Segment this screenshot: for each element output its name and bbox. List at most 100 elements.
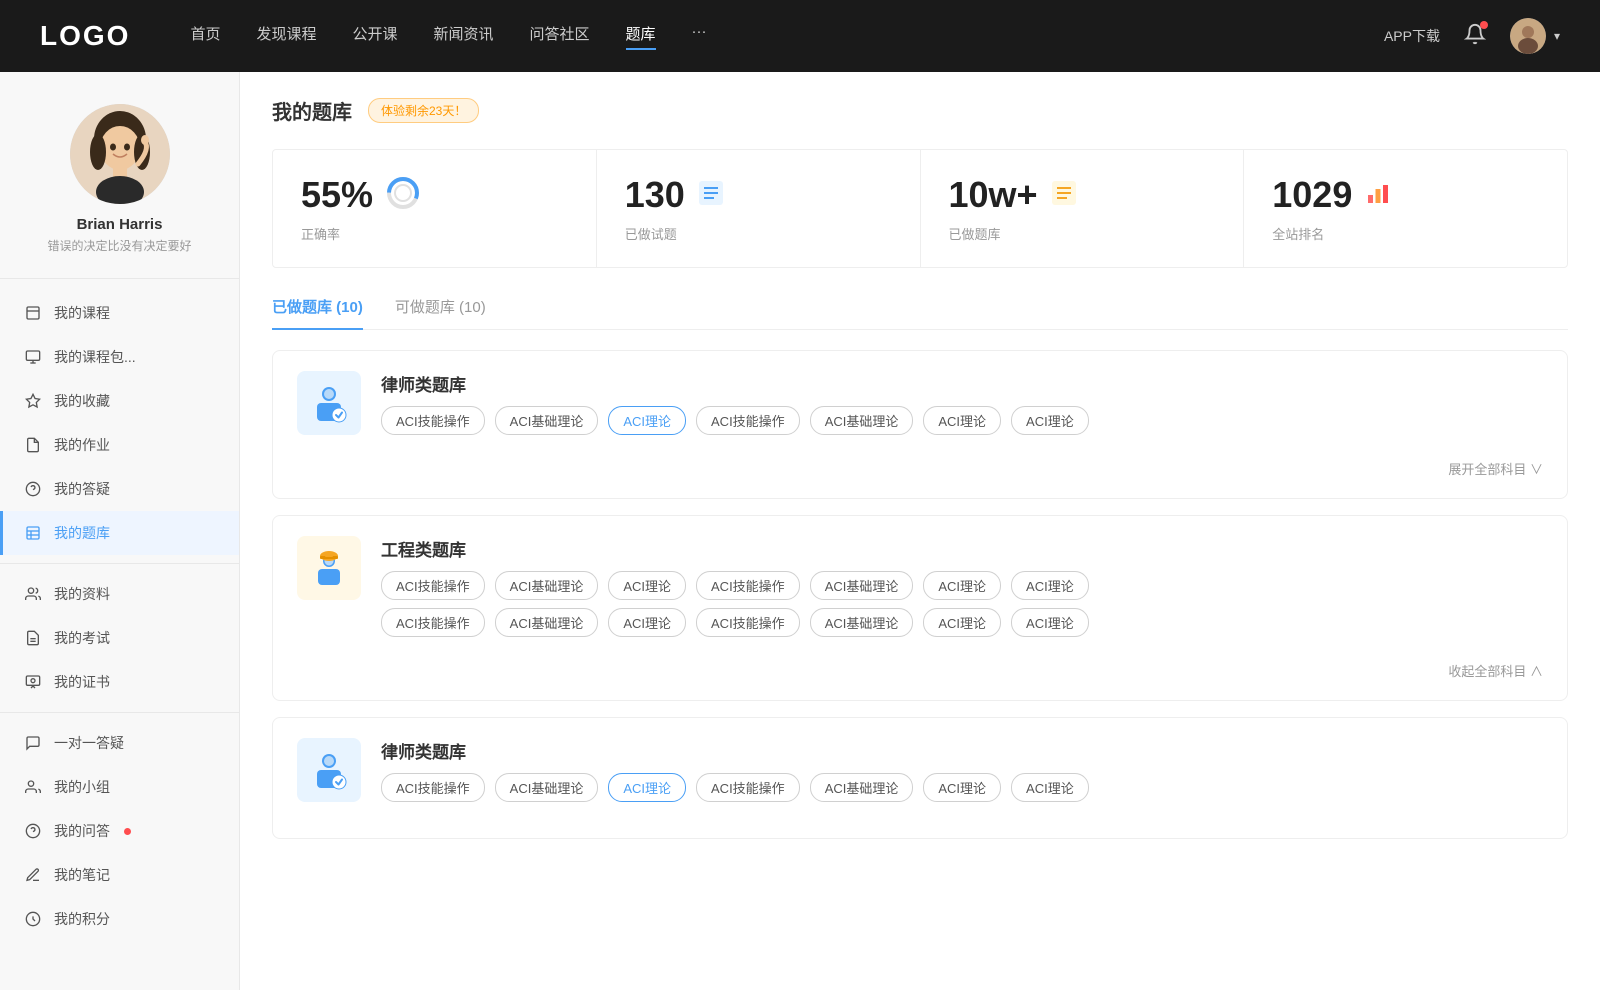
bank-tag-2-2[interactable]: ACI理论 bbox=[608, 773, 686, 802]
bank-tag-1-7[interactable]: ACI技能操作 bbox=[381, 608, 485, 637]
bank-tag-0-4[interactable]: ACI基础理论 bbox=[810, 406, 914, 435]
page-header: 我的题库 体验剩余23天！ bbox=[272, 96, 1568, 125]
myqa-icon bbox=[24, 822, 42, 840]
bank-tag-2-5[interactable]: ACI理论 bbox=[923, 773, 1001, 802]
stat-accuracy: 55% 正确率 bbox=[273, 150, 597, 267]
trial-badge: 体验剩余23天！ bbox=[368, 98, 479, 123]
group-icon bbox=[24, 778, 42, 796]
bank-tags-row-1-a: ACI技能操作 ACI基础理论 ACI理论 ACI技能操作 ACI基础理论 AC… bbox=[381, 571, 1543, 600]
bank-tag-2-6[interactable]: ACI理论 bbox=[1011, 773, 1089, 802]
bank-tag-1-4[interactable]: ACI基础理论 bbox=[810, 571, 914, 600]
bank-tag-1-5[interactable]: ACI理论 bbox=[923, 571, 1001, 600]
sidebar-item-exam[interactable]: 我的考试 bbox=[0, 616, 239, 660]
bank-tag-2-3[interactable]: ACI技能操作 bbox=[696, 773, 800, 802]
nav-home[interactable]: 首页 bbox=[190, 23, 220, 50]
sidebar-label-qa: 我的答疑 bbox=[54, 479, 110, 499]
list-yellow-icon bbox=[1050, 179, 1078, 212]
sidebar-item-bank[interactable]: 我的题库 bbox=[0, 511, 239, 555]
bank-tag-1-0[interactable]: ACI技能操作 bbox=[381, 571, 485, 600]
sidebar-label-group: 我的小组 bbox=[54, 777, 110, 797]
bank-card-1: 工程类题库 ACI技能操作 ACI基础理论 ACI理论 ACI技能操作 ACI基… bbox=[272, 515, 1568, 701]
sidebar-item-points[interactable]: 我的积分 bbox=[0, 897, 239, 941]
bank-tag-1-9[interactable]: ACI理论 bbox=[608, 608, 686, 637]
bank-tags-row-2: ACI技能操作 ACI基础理论 ACI理论 ACI技能操作 ACI基础理论 AC… bbox=[381, 773, 1543, 802]
stat-banks-value: 10w+ bbox=[949, 174, 1038, 216]
bank-tag-1-12[interactable]: ACI理论 bbox=[923, 608, 1001, 637]
sidebar-item-favorites[interactable]: 我的收藏 bbox=[0, 379, 239, 423]
nav-qa[interactable]: 问答社区 bbox=[530, 23, 590, 50]
nav-bank[interactable]: 题库 bbox=[626, 23, 656, 50]
bank-expand-0[interactable]: 展开全部科目 ∨ bbox=[297, 451, 1543, 478]
bank-tag-1-10[interactable]: ACI技能操作 bbox=[696, 608, 800, 637]
bank-expand-1[interactable]: 收起全部科目 ∧ bbox=[297, 653, 1543, 680]
logo: LOGO bbox=[40, 20, 130, 52]
bank-tag-1-11[interactable]: ACI基础理论 bbox=[810, 608, 914, 637]
page-layout: Brian Harris 错误的决定比没有决定要好 我的课程 bbox=[0, 0, 1600, 990]
nav-more[interactable]: ··· bbox=[692, 23, 707, 50]
stat-accuracy-value: 55% bbox=[301, 174, 373, 216]
sidebar-label-data: 我的资料 bbox=[54, 584, 110, 604]
nav-news[interactable]: 新闻资讯 bbox=[434, 23, 494, 50]
sidebar-item-course[interactable]: 我的课程 bbox=[0, 291, 239, 335]
bank-tag-2-0[interactable]: ACI技能操作 bbox=[381, 773, 485, 802]
notification-bell[interactable] bbox=[1464, 23, 1486, 50]
stat-questions-label: 已做试题 bbox=[625, 224, 892, 243]
bank-tag-1-8[interactable]: ACI基础理论 bbox=[495, 608, 599, 637]
nav-discover[interactable]: 发现课程 bbox=[256, 23, 316, 50]
myqa-red-dot bbox=[124, 828, 131, 835]
bank-title-1: 工程类题库 bbox=[381, 536, 1543, 561]
bank-tag-2-1[interactable]: ACI基础理论 bbox=[495, 773, 599, 802]
stat-questions-value: 130 bbox=[625, 174, 685, 216]
sidebar-item-group[interactable]: 我的小组 bbox=[0, 765, 239, 809]
profile-name: Brian Harris bbox=[77, 216, 163, 233]
bank-tag-1-13[interactable]: ACI理论 bbox=[1011, 608, 1089, 637]
bank-tags-row-1-b: ACI技能操作 ACI基础理论 ACI理论 ACI技能操作 ACI基础理论 AC… bbox=[381, 608, 1543, 637]
sidebar-item-certificate[interactable]: 我的证书 bbox=[0, 660, 239, 704]
sidebar-item-data[interactable]: 我的资料 bbox=[0, 572, 239, 616]
bank-lawyer-icon-0 bbox=[297, 371, 361, 435]
bank-tag-0-6[interactable]: ACI理论 bbox=[1011, 406, 1089, 435]
sidebar-label-bank: 我的题库 bbox=[54, 523, 110, 543]
homework-icon bbox=[24, 436, 42, 454]
sidebar-item-notes[interactable]: 我的笔记 bbox=[0, 853, 239, 897]
bank-tag-0-5[interactable]: ACI理论 bbox=[923, 406, 1001, 435]
bank-icon bbox=[24, 524, 42, 542]
sidebar-label-course: 我的课程 bbox=[54, 303, 110, 323]
tab-done[interactable]: 已做题库 (10) bbox=[272, 296, 363, 329]
bank-tag-2-4[interactable]: ACI基础理论 bbox=[810, 773, 914, 802]
sidebar-item-myqa[interactable]: 我的问答 bbox=[0, 809, 239, 853]
points-icon bbox=[24, 910, 42, 928]
bar-red-icon bbox=[1364, 179, 1392, 212]
bank-title-2: 律师类题库 bbox=[381, 738, 1543, 763]
sidebar-label-points: 我的积分 bbox=[54, 909, 110, 929]
sidebar-item-qa[interactable]: 我的答疑 bbox=[0, 467, 239, 511]
star-icon bbox=[24, 392, 42, 410]
nav-open-course[interactable]: 公开课 bbox=[352, 23, 397, 50]
bank-tag-1-3[interactable]: ACI技能操作 bbox=[696, 571, 800, 600]
sidebar-item-package[interactable]: 我的课程包... bbox=[0, 335, 239, 379]
sidebar-menu: 我的课程 我的课程包... 我的收藏 bbox=[0, 279, 239, 953]
bank-tag-1-2[interactable]: ACI理论 bbox=[608, 571, 686, 600]
bank-tag-1-6[interactable]: ACI理论 bbox=[1011, 571, 1089, 600]
profile-avatar bbox=[70, 104, 170, 204]
bank-tag-0-0[interactable]: ACI技能操作 bbox=[381, 406, 485, 435]
tabs-row: 已做题库 (10) 可做题库 (10) bbox=[272, 296, 1568, 330]
header: LOGO 首页 发现课程 公开课 新闻资讯 问答社区 题库 ··· APP下载 bbox=[0, 0, 1600, 72]
tab-available[interactable]: 可做题库 (10) bbox=[395, 296, 486, 329]
avatar bbox=[1510, 18, 1546, 54]
bank-tag-0-1[interactable]: ACI基础理论 bbox=[495, 406, 599, 435]
sidebar-item-one-on-one[interactable]: 一对一答疑 bbox=[0, 721, 239, 765]
main-content: 我的题库 体验剩余23天！ 55% 正确率 bbox=[240, 72, 1600, 990]
bank-tag-0-2[interactable]: ACI理论 bbox=[608, 406, 686, 435]
app-download-link[interactable]: APP下载 bbox=[1384, 26, 1440, 46]
sidebar-label-exam: 我的考试 bbox=[54, 628, 110, 648]
bank-tag-1-1[interactable]: ACI基础理论 bbox=[495, 571, 599, 600]
bank-tag-0-3[interactable]: ACI技能操作 bbox=[696, 406, 800, 435]
sidebar-item-homework[interactable]: 我的作业 bbox=[0, 423, 239, 467]
sidebar: Brian Harris 错误的决定比没有决定要好 我的课程 bbox=[0, 72, 240, 990]
sidebar-label-myqa: 我的问答 bbox=[54, 821, 110, 841]
page-title: 我的题库 bbox=[272, 96, 352, 125]
list-blue-icon bbox=[697, 179, 725, 212]
user-avatar-button[interactable]: ▾ bbox=[1510, 18, 1560, 54]
bank-engineer-icon bbox=[297, 536, 361, 600]
